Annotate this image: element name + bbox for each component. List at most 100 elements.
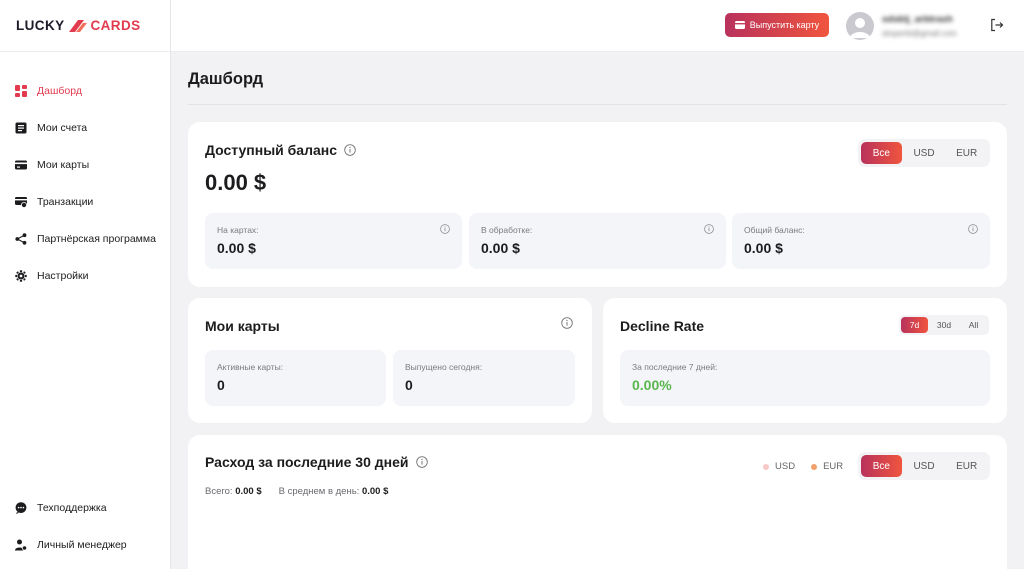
decline-rate-title: Decline Rate <box>620 318 705 334</box>
total-value: 0.00 $ <box>235 486 262 497</box>
spending-card: Расход за последние 30 дней USD EUR Все … <box>188 435 1007 569</box>
balance-currency-switch: Все USD EUR <box>858 139 990 167</box>
stat-active-cards: Активные карты: 0 <box>205 350 386 406</box>
sidebar-item-partner-program[interactable]: Партнёрская программа <box>0 220 170 257</box>
stat-label: На картах: <box>217 225 259 235</box>
stat-value: 0.00 $ <box>744 240 783 256</box>
logout-icon[interactable] <box>990 18 1004 32</box>
topbar: Выпустить карту sdsktj_arbtrash sksperbt… <box>171 0 1024 52</box>
stat-label: Выпущено сегодня: <box>405 362 483 372</box>
share-icon <box>15 232 27 245</box>
stat-label: Общий баланс: <box>744 225 805 235</box>
stat-value: 0 <box>405 377 413 393</box>
balance-title: Доступный баланс <box>205 142 356 158</box>
period-option-30d[interactable]: 30d <box>930 317 958 333</box>
sidebar-item-cards[interactable]: Мои карты <box>0 146 170 183</box>
currency-option-all[interactable]: Все <box>861 142 902 164</box>
logo-text-lucky: LUCKY <box>16 18 65 33</box>
decline-period-switch: 7d 30d All <box>899 315 989 335</box>
currency-option-usd[interactable]: USD <box>904 142 945 164</box>
dashboard-icon <box>15 84 27 97</box>
sidebar-item-dashboard[interactable]: Дашборд <box>0 72 170 109</box>
issue-card-button[interactable]: Выпустить карту <box>725 13 829 37</box>
legend-item-usd[interactable]: USD <box>763 461 795 472</box>
legend-label: EUR <box>823 461 844 472</box>
info-icon[interactable] <box>344 144 356 156</box>
transactions-icon <box>15 196 27 208</box>
sidebar-item-label: Партнёрская программа <box>37 232 156 245</box>
legend-dot <box>811 463 818 470</box>
stat-issued-today: Выпущено сегодня: 0 <box>393 350 575 406</box>
info-icon[interactable] <box>561 317 573 329</box>
sidebar-item-label: Транзакции <box>37 195 94 208</box>
sidebar-item-label: Дашборд <box>37 84 82 97</box>
info-icon[interactable] <box>704 224 714 234</box>
legend-dot <box>763 463 769 470</box>
issue-card-label: Выпустить карту <box>749 20 820 30</box>
currency-option-eur[interactable]: EUR <box>946 142 987 164</box>
logo-text-cards: CARDS <box>90 18 141 33</box>
balance-stat-processing: В обработке: 0.00 $ <box>469 213 726 269</box>
page-title: Дашборд <box>188 70 264 88</box>
sidebar-item-label: Мои карты <box>37 158 90 171</box>
currency-option-eur[interactable]: EUR <box>946 455 987 477</box>
balance-stat-on-cards: На картах: 0.00 $ <box>205 213 462 269</box>
spending-total: Всего: 0.00 $ <box>205 486 262 497</box>
logo[interactable]: LUCKY CARDS <box>0 0 170 52</box>
info-icon[interactable] <box>415 456 428 468</box>
average-value: 0.00 $ <box>361 486 389 497</box>
currency-option-usd[interactable]: USD <box>904 455 945 477</box>
decline-rate-card: Decline Rate 7d 30d All За последние 7 д… <box>603 298 1007 423</box>
spending-legend: USD EUR <box>763 461 853 472</box>
chat-icon <box>15 501 27 514</box>
sidebar: LUCKY CARDS Дашборд Мои счета Мои карты <box>0 0 171 569</box>
stat-label: Активные карты: <box>217 362 284 372</box>
currency-option-all[interactable]: Все <box>861 455 902 477</box>
manager-icon <box>15 539 27 551</box>
stat-value: 0.00 $ <box>217 240 256 256</box>
card-icon <box>15 159 27 171</box>
average-label: В среднем в день: <box>278 486 360 497</box>
spending-currency-switch: Все USD EUR <box>858 452 990 480</box>
sidebar-item-support[interactable]: Техподдержка <box>0 489 170 526</box>
title-divider <box>188 104 1007 105</box>
balance-card: Доступный баланс Все USD EUR 0.00 $ На к… <box>188 122 1007 287</box>
balance-title-text: Доступный баланс <box>205 142 338 158</box>
sidebar-nav: Дашборд Мои счета Мои карты Транзакции П… <box>0 52 170 294</box>
period-option-all[interactable]: All <box>960 317 987 333</box>
sidebar-item-personal-manager[interactable]: Личный менеджер <box>0 526 170 563</box>
sidebar-item-label: Техподдержка <box>37 501 107 514</box>
my-cards-card: Мои карты Активные карты: 0 Выпущено сег… <box>188 298 592 423</box>
info-icon[interactable] <box>968 224 978 234</box>
balance-stat-total: Общий баланс: 0.00 $ <box>732 213 990 269</box>
spending-totals: Всего: 0.00 $ В среднем в день: 0.00 $ <box>205 486 388 497</box>
total-label: Всего: <box>205 486 233 497</box>
card-icon <box>734 21 745 29</box>
logo-mark-icon <box>67 18 89 34</box>
sidebar-item-label: Настройки <box>37 269 89 282</box>
stat-value: 0.00% <box>632 377 672 393</box>
sidebar-item-accounts[interactable]: Мои счета <box>0 109 170 146</box>
legend-item-eur[interactable]: EUR <box>811 461 843 472</box>
period-option-7d[interactable]: 7d <box>901 317 928 333</box>
stat-label: За последние 7 дней: <box>632 362 718 372</box>
sidebar-item-settings[interactable]: Настройки <box>0 257 170 294</box>
balance-amount: 0.00 $ <box>205 170 267 195</box>
spending-title-text: Расход за последние 30 дней <box>205 454 409 470</box>
gear-icon <box>15 269 27 282</box>
sidebar-bottom: Техподдержка Личный менеджер <box>0 489 170 563</box>
sidebar-item-label: Личный менеджер <box>37 538 127 551</box>
sidebar-item-transactions[interactable]: Транзакции <box>0 183 170 220</box>
legend-label: USD <box>775 461 796 472</box>
sidebar-item-label: Мои счета <box>37 121 88 134</box>
spending-average: В среднем в день: 0.00 $ <box>279 486 389 497</box>
spending-title: Расход за последние 30 дней <box>205 454 428 470</box>
info-icon[interactable] <box>440 224 450 234</box>
stat-decline-7d: За последние 7 дней: 0.00% <box>620 350 990 406</box>
user-name: sdsktj_arbtrash <box>882 14 953 25</box>
user-avatar-icon <box>850 18 870 38</box>
user-email: sksperbt@gmail.com <box>882 29 957 38</box>
stat-value: 0 <box>217 377 225 393</box>
avatar[interactable] <box>846 12 874 40</box>
stat-value: 0.00 $ <box>481 240 520 256</box>
